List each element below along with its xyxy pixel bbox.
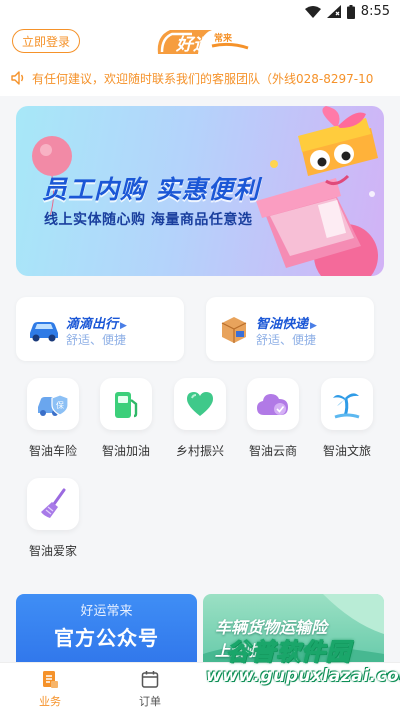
signal-icon <box>326 5 341 18</box>
app-header: 立即登录 好运 常来 <box>0 24 400 60</box>
notice-bar[interactable]: 有任何建议，欢迎随时联系我们的客服团队（外线028-8297-10 <box>0 60 400 96</box>
grid-label: 智油车险 <box>28 444 77 458</box>
tab-label: 业务 <box>39 695 61 708</box>
status-icons: 8:55 <box>304 4 390 19</box>
status-time: 8:55 <box>360 4 390 19</box>
service-card-express[interactable]: 智油快递 ▶ 舒适、便捷 <box>206 297 374 361</box>
app-logo: 好运 常来 <box>157 30 249 55</box>
grid-item-refuel[interactable]: 智油加油 <box>91 378 161 464</box>
business-icon <box>43 671 58 688</box>
banner-title: 员工内购 实惠便利 <box>42 175 260 204</box>
heart-icon <box>187 392 213 416</box>
grid-label: 乡村振兴 <box>175 444 224 458</box>
svg-text:保: 保 <box>56 400 64 410</box>
speaker-icon <box>11 71 24 85</box>
chevron-right-icon: ▶ <box>120 321 127 331</box>
watermark: 谷普软件园 www.gupuxlazai.com <box>206 632 400 690</box>
broom-icon <box>41 488 66 518</box>
grid-tile <box>100 378 152 430</box>
status-bar: 8:55 <box>0 0 400 24</box>
package-icon <box>221 317 247 343</box>
promo-line: 好运常来 <box>80 604 133 619</box>
banner-subtitle: 线上实体随心购 海量商品任意选 <box>44 212 253 228</box>
calendar-icon <box>141 671 159 688</box>
grid-label: 智油加油 <box>101 444 150 458</box>
svg-text:常来: 常来 <box>214 32 233 44</box>
grid-tile <box>247 378 299 430</box>
tab-orders[interactable]: 订单 <box>120 669 180 709</box>
tab-label: 订单 <box>139 695 161 708</box>
promo-headline: 官方公众号 <box>54 626 159 650</box>
service-title: 智油快递 ▶ <box>256 317 317 332</box>
grid-item-travel[interactable]: 智油文旅 <box>312 378 382 464</box>
service-subtitle: 舒适、便捷 <box>66 333 127 347</box>
grid-tile <box>27 478 79 530</box>
notice-text: 有任何建议，欢迎随时联系我们的客服团队（外线028-8297-10 <box>32 71 374 86</box>
grid-label: 智油爱家 <box>28 544 77 558</box>
chevron-right-icon: ▶ <box>310 321 317 331</box>
fuel-pump-icon <box>115 392 138 418</box>
grid-tile: 保 <box>27 378 79 430</box>
grid-item-rural[interactable]: 乡村振兴 <box>165 378 235 464</box>
car-insurance-icon: 保 <box>38 394 69 416</box>
grid-item-car-insurance[interactable]: 保 智油车险 <box>18 378 88 464</box>
grid-tile <box>174 378 226 430</box>
tab-business[interactable]: 业务 <box>20 669 80 709</box>
grid-label: 智油文旅 <box>322 444 371 458</box>
watermark-url: www.gupuxlazai.com <box>206 666 400 686</box>
battery-icon <box>346 4 355 19</box>
service-title: 滴滴出行 ▶ <box>66 317 127 332</box>
grid-item-cloud-shop[interactable]: 智油云商 <box>238 378 308 464</box>
service-card-didi[interactable]: 滴滴出行 ▶ 舒适、便捷 <box>16 297 184 361</box>
wifi-icon <box>304 5 321 18</box>
grid-label: 智油云商 <box>248 444 297 458</box>
car-icon <box>30 322 58 342</box>
grid-tile <box>321 378 373 430</box>
promo-banner[interactable]: 员工内购 实惠便利 线上实体随心购 海量商品任意选 <box>16 106 384 276</box>
cloud-icon <box>257 394 288 415</box>
palm-tree-icon <box>333 393 360 419</box>
watermark-title: 谷普软件园 <box>226 638 351 667</box>
login-button[interactable]: 立即登录 <box>12 29 80 53</box>
grid-item-home[interactable]: 智油爱家 <box>18 478 88 564</box>
service-subtitle: 舒适、便捷 <box>256 333 317 347</box>
svg-text:好运: 好运 <box>175 35 212 55</box>
